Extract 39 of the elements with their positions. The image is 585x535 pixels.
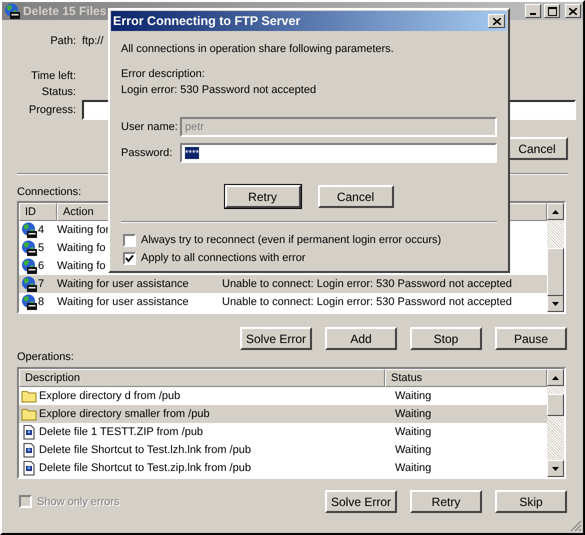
status-cell-text: Waiting xyxy=(394,461,432,476)
intro-text: All connections in operation share following parameters. xyxy=(121,42,395,56)
id-cell-text: 5 xyxy=(37,241,46,256)
path-value: ftp:// xyxy=(82,34,104,49)
error-label: Error description: xyxy=(121,67,206,81)
description-cell-text: Explore directory smaller from /pub xyxy=(38,407,211,422)
action-cell-text: Waiting for xyxy=(57,223,110,238)
action-cell-text: Waiting for user assistance xyxy=(57,295,189,310)
status-cell-text: Waiting xyxy=(394,389,432,404)
checkbox-label: Always try to reconnect (even if permanent login error occurs) xyxy=(141,234,442,246)
field-label: Password: xyxy=(121,147,174,159)
id-cell-text: 6 xyxy=(37,259,46,274)
id-cell-text: 7 xyxy=(37,277,46,292)
connections-label: Connections: xyxy=(17,185,82,199)
description-cell-text: Explore directory d from /pub xyxy=(38,389,182,404)
status-cell-text: Waiting xyxy=(394,443,432,458)
action-cell-text: Waiting fo xyxy=(57,259,106,274)
operations-label: Operations: xyxy=(17,350,74,364)
message-cell-text: Unable to connect: Login error: 530 Password not accepted xyxy=(222,277,512,292)
checkbox-label: Apply to all connections with error xyxy=(141,252,306,264)
error-text: Login error: 530 Password not accepted xyxy=(121,83,318,97)
id-cell-text: 4 xyxy=(37,223,46,238)
description-cell-text: Delete file Shortcut to Test.zip.lnk from /pub xyxy=(38,461,252,476)
description-cell-text: Delete file 1 TESTT.ZIP from /pub xyxy=(38,425,204,440)
dialog-title: Error Connecting to FTP Server xyxy=(113,14,300,28)
status-cell-text: Waiting xyxy=(394,407,432,422)
id-cell-text: 8 xyxy=(37,295,46,310)
checkbox-label: Show only errors xyxy=(37,496,120,508)
message-cell-text: Unable to connect: Login error: 530 Password not accepted xyxy=(222,295,512,310)
info-label: Status: xyxy=(40,85,76,100)
status-cell-text: Waiting xyxy=(394,425,432,440)
window-title: Delete 15 Files xyxy=(23,4,106,18)
action-cell-text: Waiting fo xyxy=(57,241,106,256)
field-label: User name: xyxy=(121,121,179,133)
description-cell-text: Delete file Shortcut to Test.lzh.lnk from /pub xyxy=(38,443,252,458)
info-label: Time left: xyxy=(30,69,76,84)
action-cell-text: Waiting for user assistance xyxy=(57,277,189,292)
info-label: Progress: xyxy=(28,103,76,118)
info-label: Path: xyxy=(49,34,76,49)
